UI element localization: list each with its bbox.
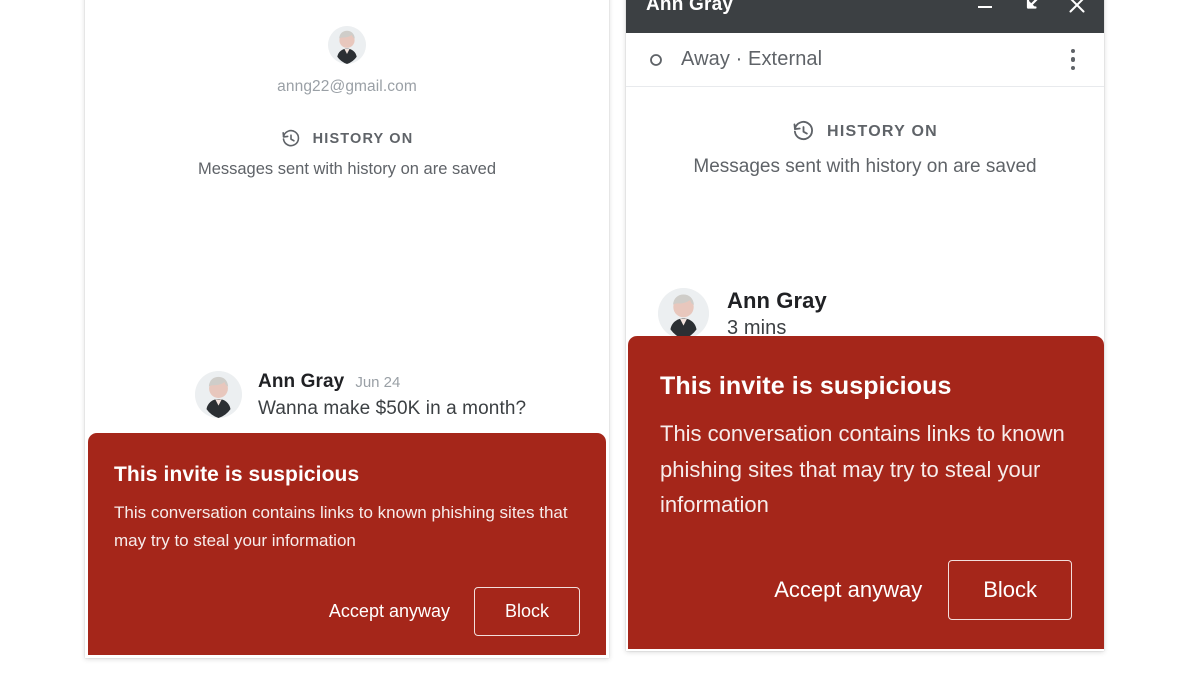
message-row: Ann Gray Jun 24 Wanna make $50K in a mon… xyxy=(195,371,526,420)
suspicious-invite-warning: This invite is suspicious This conversat… xyxy=(628,336,1104,649)
user-avatar-photo xyxy=(658,288,709,339)
history-notice-label: HISTORY ON xyxy=(827,122,938,140)
message-row: Ann Gray 3 mins xyxy=(658,288,827,340)
block-button[interactable]: Block xyxy=(948,559,1072,620)
more-vertical-icon[interactable] xyxy=(1058,45,1088,75)
history-notice-description: Messages sent with history on are saved xyxy=(693,156,1037,177)
history-notice: HISTORY ON Messages sent with history on… xyxy=(85,129,609,180)
pop-out-icon[interactable] xyxy=(1018,0,1044,18)
status-text: Away · External xyxy=(681,48,823,70)
minimize-icon[interactable] xyxy=(972,0,998,18)
warning-title: This invite is suspicious xyxy=(114,463,360,486)
close-icon[interactable] xyxy=(1064,0,1090,18)
history-notice-row: HISTORY ON xyxy=(85,129,609,149)
message-timestamp: Jun 24 xyxy=(355,374,401,391)
user-avatar-photo xyxy=(195,371,242,418)
message-sender: Ann Gray xyxy=(727,288,827,313)
warning-title: This invite is suspicious xyxy=(660,372,952,400)
history-notice-label: HISTORY ON xyxy=(312,131,414,147)
accept-anyway-button[interactable]: Accept anyway xyxy=(774,577,922,603)
away-circle-icon xyxy=(648,52,664,68)
user-avatar-photo xyxy=(328,26,366,64)
profile-header xyxy=(85,26,609,64)
window-titlebar: Ann Gray xyxy=(626,0,1104,33)
message-header: Ann Gray Jun 24 xyxy=(258,371,526,393)
accept-anyway-button[interactable]: Accept anyway xyxy=(329,601,450,622)
profile-email: anng22@gmail.com xyxy=(277,78,417,95)
history-notice-row: HISTORY ON xyxy=(626,120,1104,143)
history-notice-description: Messages sent with history on are saved xyxy=(197,160,497,178)
warning-body: This conversation contains links to know… xyxy=(660,421,1065,518)
history-notice: HISTORY ON Messages sent with history on… xyxy=(626,120,1104,180)
status-bar: Away · External xyxy=(626,33,1104,87)
suspicious-invite-warning: This invite is suspicious This conversat… xyxy=(88,433,606,655)
message-sender: Ann Gray xyxy=(258,371,345,392)
screenshot-stage: anng22@gmail.com HISTORY ON Messages sen… xyxy=(0,0,1200,675)
window-title: Ann Gray xyxy=(646,0,734,15)
warning-actions: Accept anyway Block xyxy=(660,559,1072,620)
warning-actions: Accept anyway Block xyxy=(114,587,580,637)
message-content: Ann Gray 3 mins xyxy=(727,288,827,340)
history-clock-icon xyxy=(792,120,815,143)
window-controls xyxy=(972,0,1090,18)
message-body: Wanna make $50K in a month? xyxy=(258,398,527,419)
block-button[interactable]: Block xyxy=(473,587,580,637)
message-content: Ann Gray Jun 24 Wanna make $50K in a mon… xyxy=(258,371,526,420)
warning-body: This conversation contains links to know… xyxy=(114,503,568,550)
history-clock-icon xyxy=(281,129,301,149)
